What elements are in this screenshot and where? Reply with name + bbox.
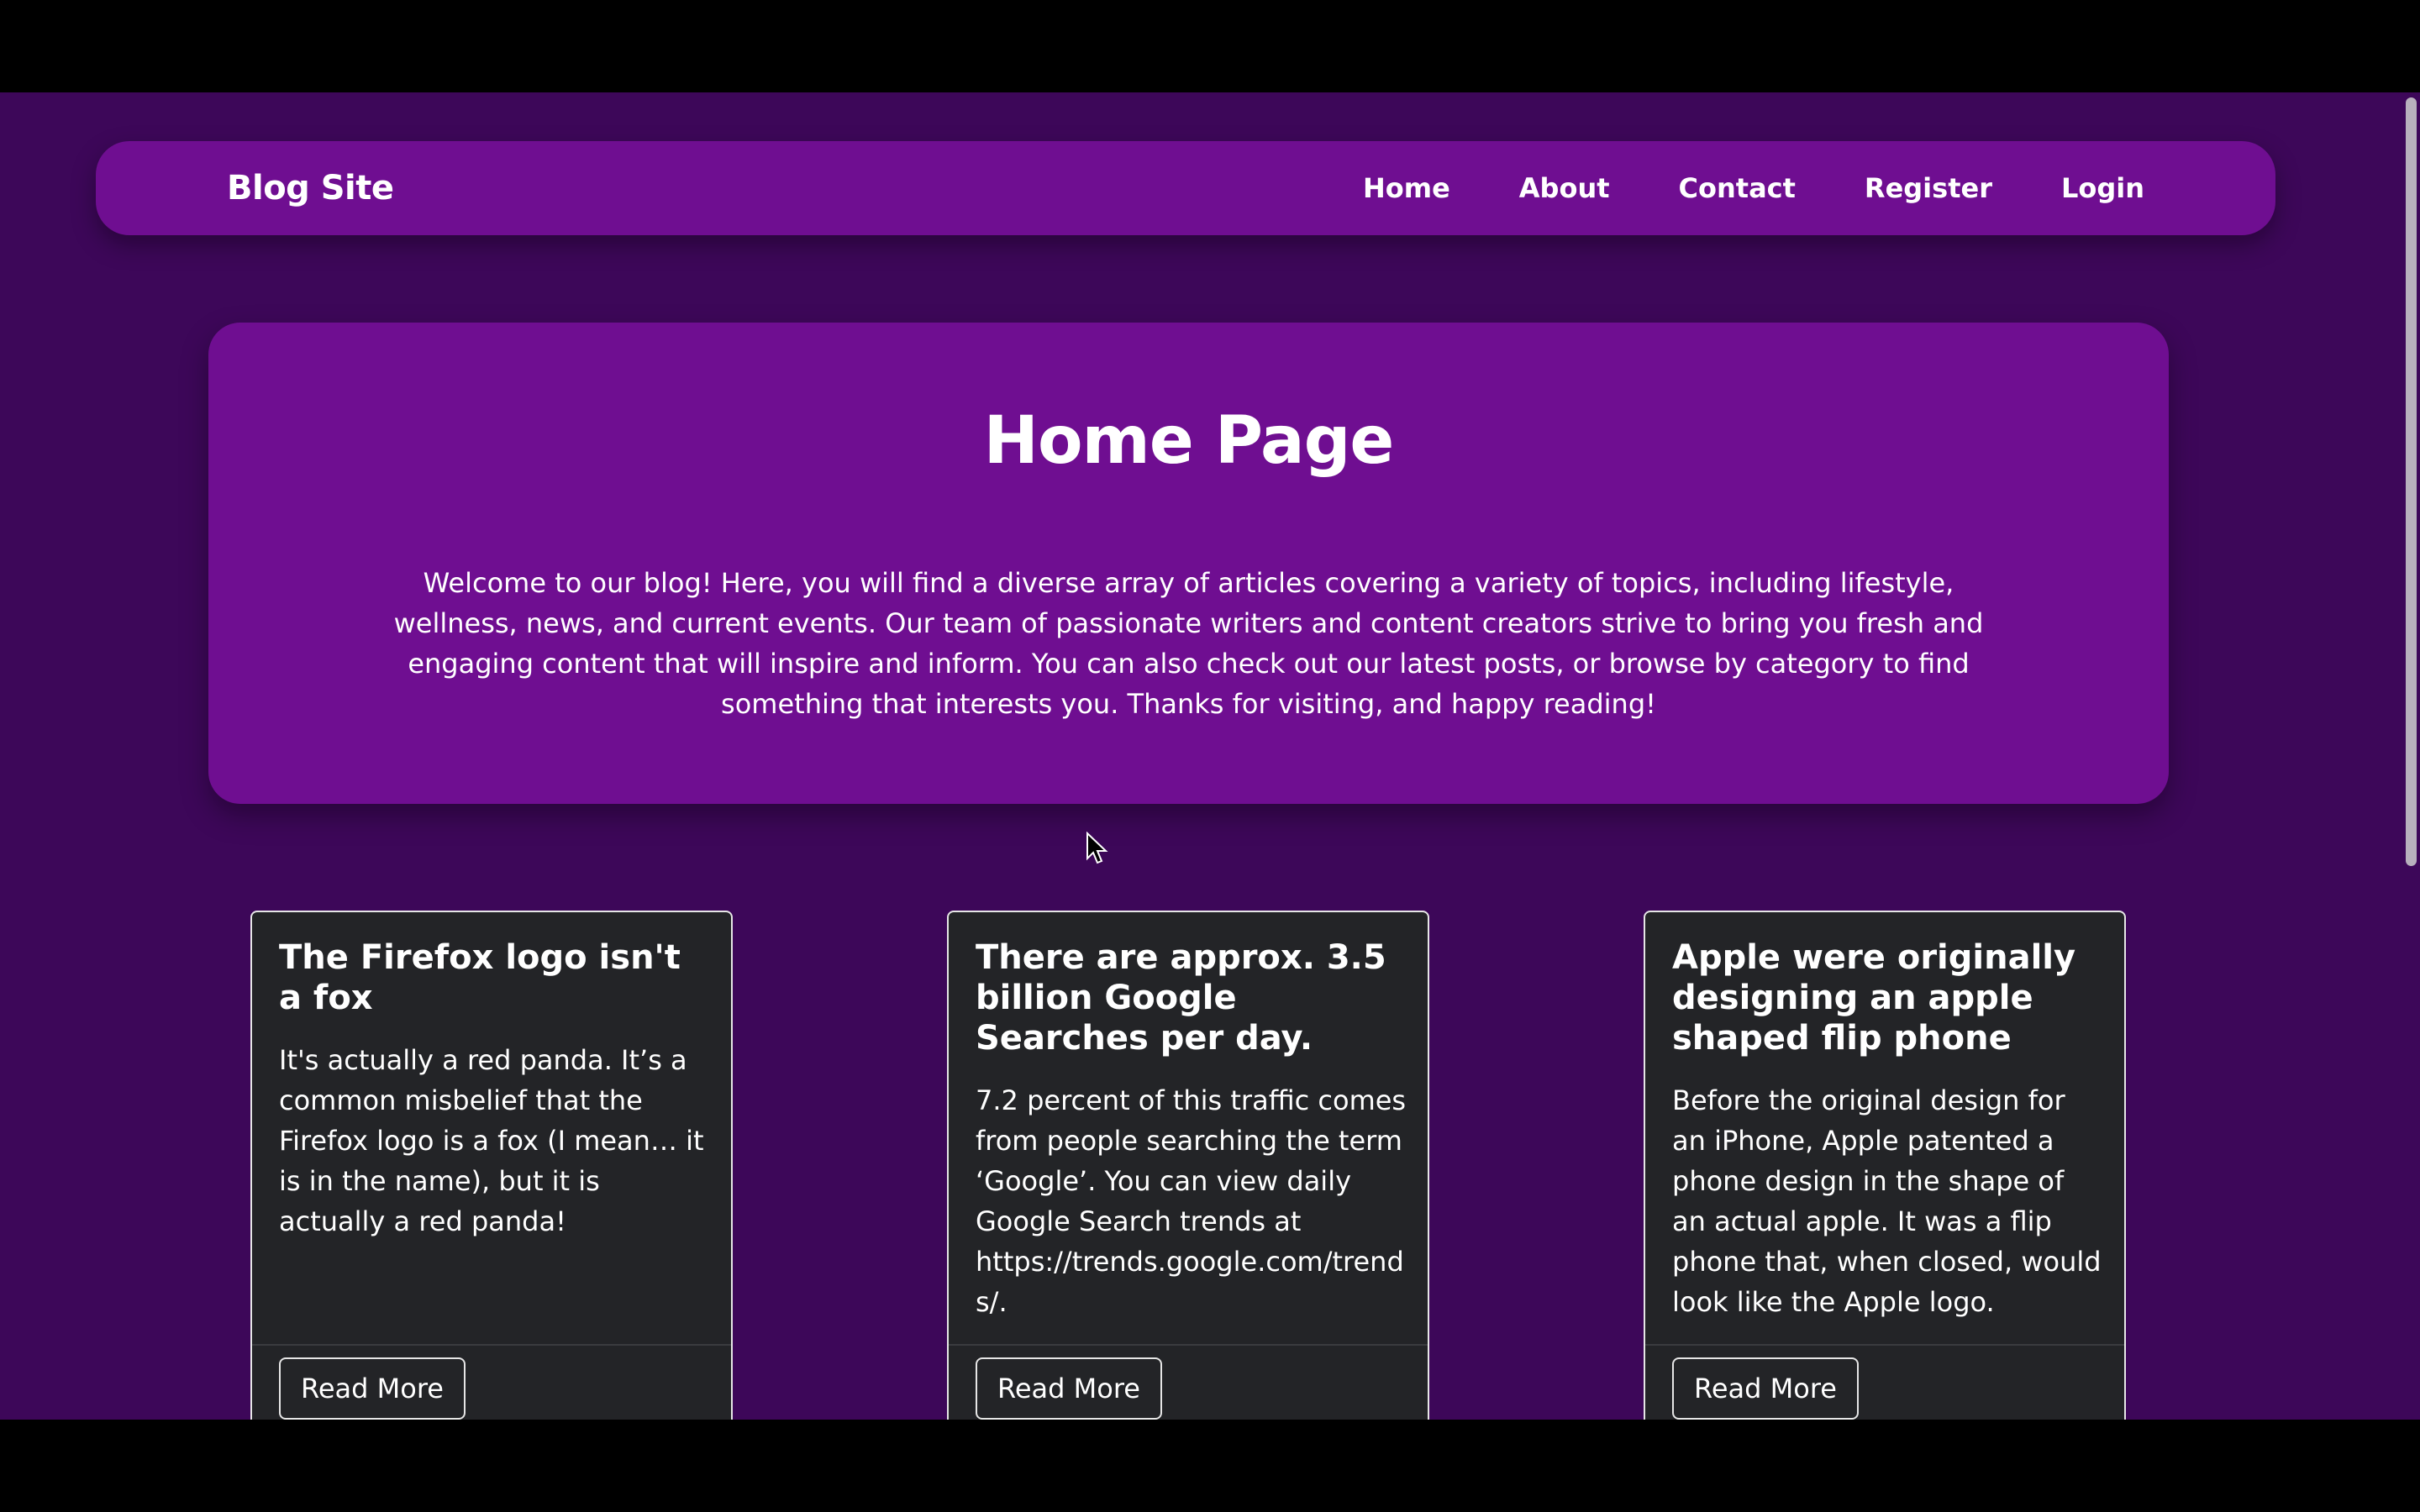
read-more-button[interactable]: Read More xyxy=(976,1357,1162,1420)
nav-link-about[interactable]: About xyxy=(1519,172,1610,204)
nav-link-login[interactable]: Login xyxy=(2061,172,2144,204)
welcome-text: Welcome to our blog! Here, you will find… xyxy=(393,567,1984,720)
navbar: Blog Site Home About Contact Register Lo… xyxy=(96,141,2275,235)
post-card-title: The Firefox logo isn't a fox xyxy=(279,938,681,1017)
post-card-body: 7.2 percent of this traffic comes from p… xyxy=(976,1084,1407,1318)
post-card-title: Apple were originally designing an apple… xyxy=(1672,938,2076,1058)
post-card-body: Before the original design for an iPhone… xyxy=(1672,1084,2102,1318)
mouse-cursor-icon xyxy=(1086,832,1108,864)
nav-link-contact[interactable]: Contact xyxy=(1679,172,1796,204)
site-brand[interactable]: Blog Site xyxy=(227,141,394,235)
browser-viewport: Blog Site Home About Contact Register Lo… xyxy=(0,92,2420,1420)
hero-panel: Home Page Welcome to our blog! Here, you… xyxy=(208,323,2169,804)
page-title: Home Page xyxy=(983,403,1395,480)
vertical-scrollbar-thumb[interactable] xyxy=(2406,97,2417,866)
read-more-button[interactable]: Read More xyxy=(1672,1357,1859,1420)
nav-links: Home About Contact Register Login xyxy=(1363,141,2144,235)
card-footer-divider xyxy=(252,1344,731,1346)
read-more-button[interactable]: Read More xyxy=(279,1357,466,1420)
card-footer-divider xyxy=(949,1344,1428,1346)
nav-link-home[interactable]: Home xyxy=(1363,172,1450,204)
post-card-google-searches: There are approx. 3.5 billion Google Sea… xyxy=(947,911,1429,1420)
post-card-body: It's actually a red panda. It’s a common… xyxy=(279,1044,704,1237)
post-card-title: There are approx. 3.5 billion Google Sea… xyxy=(976,938,1386,1058)
post-card-firefox: The Firefox logo isn't a fox It's actual… xyxy=(250,911,733,1420)
vertical-scrollbar-track[interactable] xyxy=(2402,92,2420,1420)
card-footer-divider xyxy=(1645,1344,2124,1346)
nav-link-register[interactable]: Register xyxy=(1865,172,1992,204)
post-card-apple-phone: Apple were originally designing an apple… xyxy=(1644,911,2126,1420)
